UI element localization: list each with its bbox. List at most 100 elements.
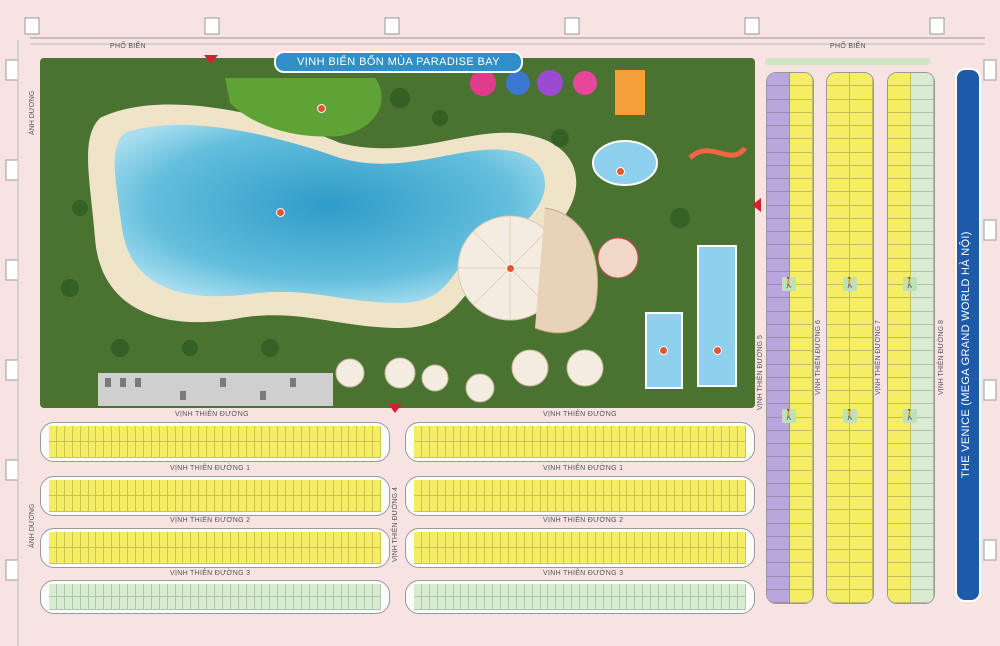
lot-plot[interactable] <box>911 126 934 140</box>
lot-plot[interactable] <box>595 426 604 442</box>
lot-plot[interactable] <box>911 444 934 458</box>
lot-plot[interactable] <box>357 426 366 442</box>
lot-plot[interactable] <box>270 480 279 496</box>
lot-plot[interactable] <box>294 584 302 597</box>
lot-plot[interactable] <box>215 480 223 496</box>
lot-plot[interactable] <box>516 548 525 564</box>
lot-plot[interactable] <box>72 480 81 496</box>
lot-plot[interactable] <box>635 496 644 512</box>
lot-plot[interactable] <box>365 442 374 458</box>
lot-plot[interactable] <box>790 245 813 259</box>
lot-plot[interactable] <box>286 426 295 442</box>
lot-plot[interactable] <box>635 442 644 458</box>
lot-plot[interactable] <box>485 584 494 597</box>
lot-plot[interactable] <box>365 496 374 512</box>
lot-plot[interactable] <box>827 470 850 484</box>
lot-plot[interactable] <box>421 548 430 564</box>
lot-plot[interactable] <box>286 597 295 610</box>
lot-plot[interactable] <box>143 480 152 496</box>
lot-plot[interactable] <box>262 426 271 442</box>
lot-plot[interactable] <box>850 152 873 166</box>
lot-plot[interactable] <box>159 480 168 496</box>
lot-plot[interactable] <box>215 426 223 442</box>
lot-plot[interactable] <box>738 442 747 458</box>
lot-plot[interactable] <box>128 532 136 548</box>
lot-plot[interactable] <box>49 548 57 564</box>
lot-plot[interactable] <box>159 496 168 512</box>
lot-plot[interactable] <box>643 480 652 496</box>
lot-plot[interactable] <box>767 351 790 365</box>
lot-plot[interactable] <box>167 532 176 548</box>
lot-plot[interactable] <box>112 584 121 597</box>
lot-plot[interactable] <box>911 550 934 564</box>
lot-plot[interactable] <box>167 584 176 597</box>
lot-plot[interactable] <box>643 548 652 564</box>
lot-plot[interactable] <box>365 426 374 442</box>
lot-plot[interactable] <box>222 597 231 610</box>
lot-plot[interactable] <box>603 597 612 610</box>
lot-plot[interactable] <box>888 483 911 497</box>
lot-plot[interactable] <box>690 480 699 496</box>
lot-plot[interactable] <box>888 470 911 484</box>
lot-plot[interactable] <box>524 597 533 610</box>
lot-plot[interactable] <box>540 442 549 458</box>
lot-plot[interactable] <box>651 548 660 564</box>
lot-plot[interactable] <box>365 584 374 597</box>
lot-plot[interactable] <box>333 426 342 442</box>
lot-plot[interactable] <box>627 584 636 597</box>
lot-plot[interactable] <box>790 324 813 338</box>
lot-plot[interactable] <box>151 597 160 610</box>
lot-plot[interactable] <box>80 496 89 512</box>
lot-plot[interactable] <box>246 496 255 512</box>
lot-plot[interactable] <box>767 192 790 206</box>
lot-plot[interactable] <box>548 584 557 597</box>
lot-plot[interactable] <box>827 444 850 458</box>
lot-plot[interactable] <box>790 338 813 352</box>
lot-plot[interactable] <box>524 496 533 512</box>
lot-plot[interactable] <box>827 298 850 312</box>
lot-plot[interactable] <box>651 480 660 496</box>
lot-plot[interactable] <box>911 536 934 550</box>
lot-plot[interactable] <box>508 480 517 496</box>
lot-plot[interactable] <box>627 548 636 564</box>
lot-plot[interactable] <box>230 480 239 496</box>
lot-plot[interactable] <box>421 584 430 597</box>
lot-plot[interactable] <box>437 442 446 458</box>
lot-plot[interactable] <box>888 391 911 405</box>
lot-plot[interactable] <box>286 496 295 512</box>
lot-plot[interactable] <box>850 112 873 126</box>
lot-plot[interactable] <box>827 391 850 405</box>
lot-plot[interactable] <box>508 548 517 564</box>
lot-plot[interactable] <box>580 480 588 496</box>
lot-plot[interactable] <box>414 442 422 458</box>
lot-plot[interactable] <box>690 426 699 442</box>
lot-plot[interactable] <box>104 496 113 512</box>
lot-plot[interactable] <box>767 550 790 564</box>
lot-plot[interactable] <box>294 496 302 512</box>
lot-plot[interactable] <box>627 442 636 458</box>
lot-plot[interactable] <box>128 426 136 442</box>
lot-plot[interactable] <box>302 548 310 564</box>
lot-plot[interactable] <box>469 584 478 597</box>
lot-plot[interactable] <box>238 532 247 548</box>
lot-plot[interactable] <box>619 548 628 564</box>
lot-plot[interactable] <box>508 496 517 512</box>
lot-plot[interactable] <box>207 480 216 496</box>
lot-plot[interactable] <box>619 426 628 442</box>
lot-plot[interactable] <box>104 480 113 496</box>
lot-plot[interactable] <box>767 457 790 471</box>
lot-plot[interactable] <box>167 548 176 564</box>
lot-plot[interactable] <box>635 584 644 597</box>
lot-plot[interactable] <box>667 480 675 496</box>
lot-plot[interactable] <box>56 426 65 442</box>
lot-plot[interactable] <box>175 426 184 442</box>
lot-plot[interactable] <box>270 426 279 442</box>
lot-plot[interactable] <box>485 480 494 496</box>
lot-plot[interactable] <box>790 510 813 524</box>
lot-plot[interactable] <box>357 584 366 597</box>
lot-plot[interactable] <box>429 597 438 610</box>
lot-plot[interactable] <box>414 480 422 496</box>
lot-plot[interactable] <box>341 532 350 548</box>
lot-plot[interactable] <box>850 563 873 577</box>
lot-plot[interactable] <box>104 426 113 442</box>
